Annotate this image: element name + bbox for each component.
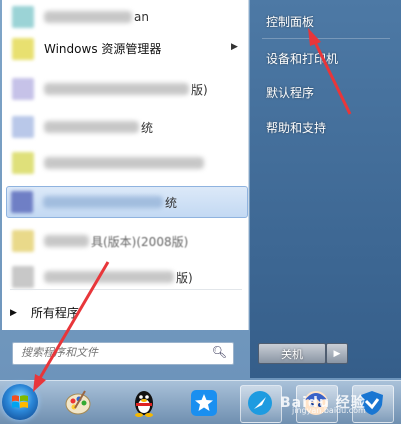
qq-penguin-icon[interactable] — [128, 387, 160, 419]
program-item[interactable]: 统 — [8, 112, 244, 142]
search-box[interactable]: 🔍︎ — [12, 342, 234, 365]
program-label: 版) — [176, 270, 193, 285]
program-icon — [12, 116, 34, 138]
program-label: an — [134, 10, 149, 24]
start-menu: an Windows 资源管理器 ▶ 版) 统 统 具(版本)(2008版) 版… — [0, 0, 401, 380]
program-icon — [12, 152, 34, 174]
search-input[interactable] — [13, 343, 211, 362]
program-item[interactable]: 具(版本)(2008版) — [8, 226, 244, 256]
program-item[interactable]: an — [8, 2, 244, 32]
devices-printers-link[interactable]: 设备和打印机 — [266, 50, 338, 67]
triangle-right-icon: ▶ — [10, 307, 17, 318]
search-icon[interactable]: 🔍︎ — [212, 345, 227, 359]
control-panel-link[interactable]: 控制面板 — [266, 13, 314, 30]
program-item-highlighted[interactable]: 统 — [6, 186, 248, 218]
submenu-arrow-icon[interactable]: ▶ — [231, 42, 238, 52]
paint-icon[interactable] — [62, 387, 94, 419]
program-label: 统 — [141, 120, 154, 135]
windows-start-orb-icon[interactable] — [2, 384, 38, 420]
shutdown-button[interactable]: 关机 — [258, 343, 326, 364]
help-support-link[interactable]: 帮助和支持 — [266, 119, 326, 136]
program-label-explorer: Windows 资源管理器 — [44, 42, 162, 56]
divider — [262, 38, 390, 39]
all-programs-label: 所有程序 — [30, 306, 79, 320]
program-label: 统 — [165, 195, 178, 210]
program-label: 具(版本)(2008版) — [91, 234, 189, 249]
folder-icon — [12, 38, 34, 60]
watermark-url: jingyan.baidu.com — [292, 406, 366, 415]
divider — [10, 289, 242, 290]
program-icon — [11, 191, 33, 213]
program-icon — [12, 78, 34, 100]
star-app-icon[interactable] — [188, 387, 220, 419]
program-item[interactable]: 版) — [8, 262, 244, 292]
program-label: 版) — [191, 82, 208, 97]
windows-flag-icon — [12, 395, 28, 408]
program-icon — [12, 230, 34, 252]
program-icon — [12, 266, 34, 288]
program-icon — [12, 6, 34, 28]
program-item[interactable] — [8, 148, 244, 178]
all-programs-button[interactable]: ▶ 所有程序 — [10, 304, 79, 321]
program-item[interactable]: 版) — [8, 74, 244, 104]
default-programs-link[interactable]: 默认程序 — [266, 84, 314, 101]
browser-icon[interactable] — [244, 387, 276, 419]
shutdown-options-icon[interactable]: ▶ — [326, 343, 348, 364]
